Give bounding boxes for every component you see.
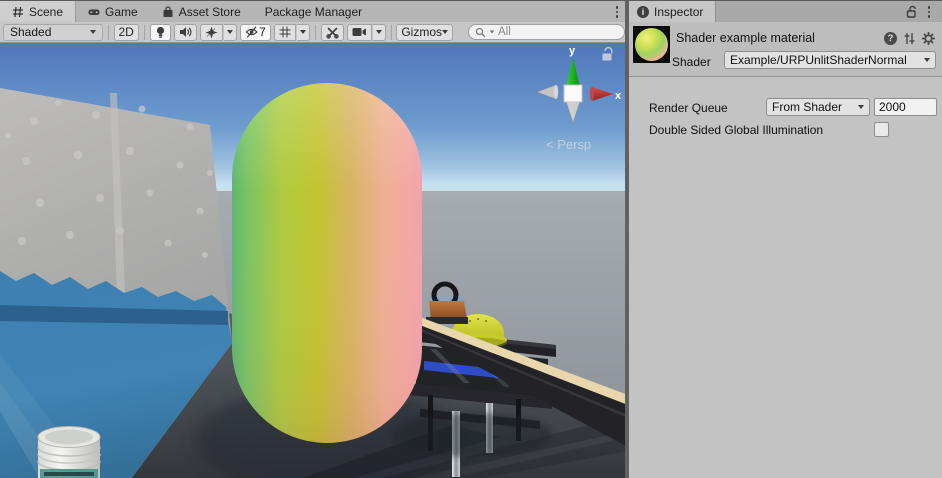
tab-game[interactable]: Game — [76, 1, 150, 22]
render-queue-dropdown[interactable]: From Shader — [766, 98, 870, 116]
chevron-down-icon — [90, 30, 96, 34]
lightbulb-icon — [155, 26, 166, 39]
inspector-tabstrip: i Inspector — [629, 1, 942, 22]
unity-editor-window: Scene Game Asset Store Package Manager — [0, 0, 942, 478]
dsgi-label: Double Sided Global Illumination — [649, 123, 823, 137]
axis-x-label: x — [615, 90, 622, 102]
scene-toolbar: Shaded 2D — [0, 22, 628, 43]
render-queue-row: Render Queue From Shader 2000 — [629, 98, 942, 116]
dsgi-checkbox[interactable] — [874, 122, 889, 137]
shader-dropdown[interactable]: Example/URPUnlitShaderNormal — [724, 51, 936, 69]
search-filter-chevron-icon — [490, 30, 495, 33]
material-header: Shader example material ? — [629, 22, 942, 77]
camera-dropdown-button[interactable] — [373, 24, 386, 41]
material-name: Shader example material — [676, 31, 815, 45]
material-preview[interactable] — [633, 26, 670, 63]
dsgi-row: Double Sided Global Illumination — [629, 121, 942, 139]
toolbar-separator — [391, 25, 392, 40]
scene-panel: Scene Game Asset Store Package Manager — [0, 1, 628, 478]
tab-asset-store-label: Asset Store — [179, 5, 241, 19]
render-queue-value-field[interactable]: 2000 — [874, 98, 937, 116]
shader-label: Shader — [672, 55, 711, 69]
chevron-down-icon — [300, 30, 306, 34]
tab-scene-label: Scene — [29, 5, 63, 19]
tab-asset-store[interactable]: Asset Store — [150, 1, 253, 22]
scene-viewport[interactable]: y x < Persp — [0, 43, 628, 478]
toolbar-separator — [108, 25, 109, 40]
axis-y-label: y — [569, 45, 576, 57]
projection-mode-label[interactable]: < Persp — [546, 137, 591, 152]
editor-tools-button[interactable] — [321, 24, 344, 41]
scene-panel-menu-icon[interactable] — [610, 4, 624, 20]
asset-store-bag-icon — [162, 6, 174, 18]
tab-game-label: Game — [105, 5, 138, 19]
scene-visibility-button[interactable]: 7 — [240, 24, 271, 41]
capsule-object[interactable] — [232, 83, 422, 443]
render-queue-label: Render Queue — [649, 101, 728, 115]
gizmos-label: Gizmos — [401, 25, 442, 39]
inspector-panel: i Inspector Shader example material ? — [629, 1, 942, 478]
inspector-menu-icon[interactable] — [922, 4, 936, 20]
chevron-down-icon — [924, 58, 930, 62]
info-icon: i — [637, 6, 649, 18]
render-queue-mode: From Shader — [772, 100, 842, 114]
chevron-down-icon — [227, 30, 233, 34]
lighting-toggle-button[interactable] — [150, 24, 171, 41]
tab-inspector-label: Inspector — [654, 5, 703, 19]
tab-scene[interactable]: Scene — [0, 1, 76, 22]
material-sphere-thumbnail — [635, 28, 668, 61]
audio-toggle-button[interactable] — [174, 24, 197, 41]
toolbar-separator — [144, 25, 145, 40]
draw-mode-label: Shaded — [10, 25, 51, 39]
gear-icon[interactable] — [922, 32, 935, 45]
draw-mode-dropdown[interactable]: Shaded — [3, 24, 103, 41]
effects-dropdown-button[interactable] — [224, 24, 237, 41]
toolbar-separator — [315, 25, 316, 40]
tab-package-manager-label: Package Manager — [265, 5, 362, 19]
effects-toggle-button[interactable] — [200, 24, 223, 41]
search-input[interactable] — [498, 26, 618, 38]
grid-visibility-button[interactable] — [274, 24, 296, 41]
effects-star-icon — [205, 26, 218, 39]
search-icon — [475, 27, 486, 38]
camera-icon — [352, 27, 367, 37]
tab-package-manager[interactable]: Package Manager — [253, 1, 374, 22]
camera-settings-button[interactable] — [347, 24, 372, 41]
toggle-2d-button[interactable]: 2D — [114, 24, 139, 41]
shader-value: Example/URPUnlitShaderNormal — [730, 53, 907, 67]
help-icon[interactable]: ? — [884, 32, 897, 45]
chevron-down-icon — [376, 30, 382, 34]
tab-inspector[interactable]: i Inspector — [629, 1, 716, 22]
scene-search-field[interactable] — [468, 24, 625, 40]
tools-icon — [326, 26, 339, 39]
scene-grid-icon — [12, 6, 24, 18]
lock-open-icon[interactable] — [906, 5, 918, 18]
toggle-2d-label: 2D — [119, 25, 134, 39]
hidden-eye-icon — [245, 26, 258, 38]
scene-tabstrip: Scene Game Asset Store Package Manager — [0, 1, 628, 22]
chevron-down-icon — [442, 30, 448, 34]
gizmos-dropdown[interactable]: Gizmos — [396, 24, 453, 41]
gizmo-cube[interactable] — [564, 85, 582, 102]
hidden-count-label: 7 — [259, 25, 266, 39]
chevron-down-icon — [858, 105, 864, 109]
grid-dropdown-button[interactable] — [297, 24, 310, 41]
grid-icon — [279, 26, 291, 38]
speaker-icon — [179, 26, 192, 38]
presets-icon[interactable] — [903, 32, 916, 45]
paint-bucket[interactable] — [38, 427, 100, 478]
gamepad-icon — [88, 6, 100, 18]
